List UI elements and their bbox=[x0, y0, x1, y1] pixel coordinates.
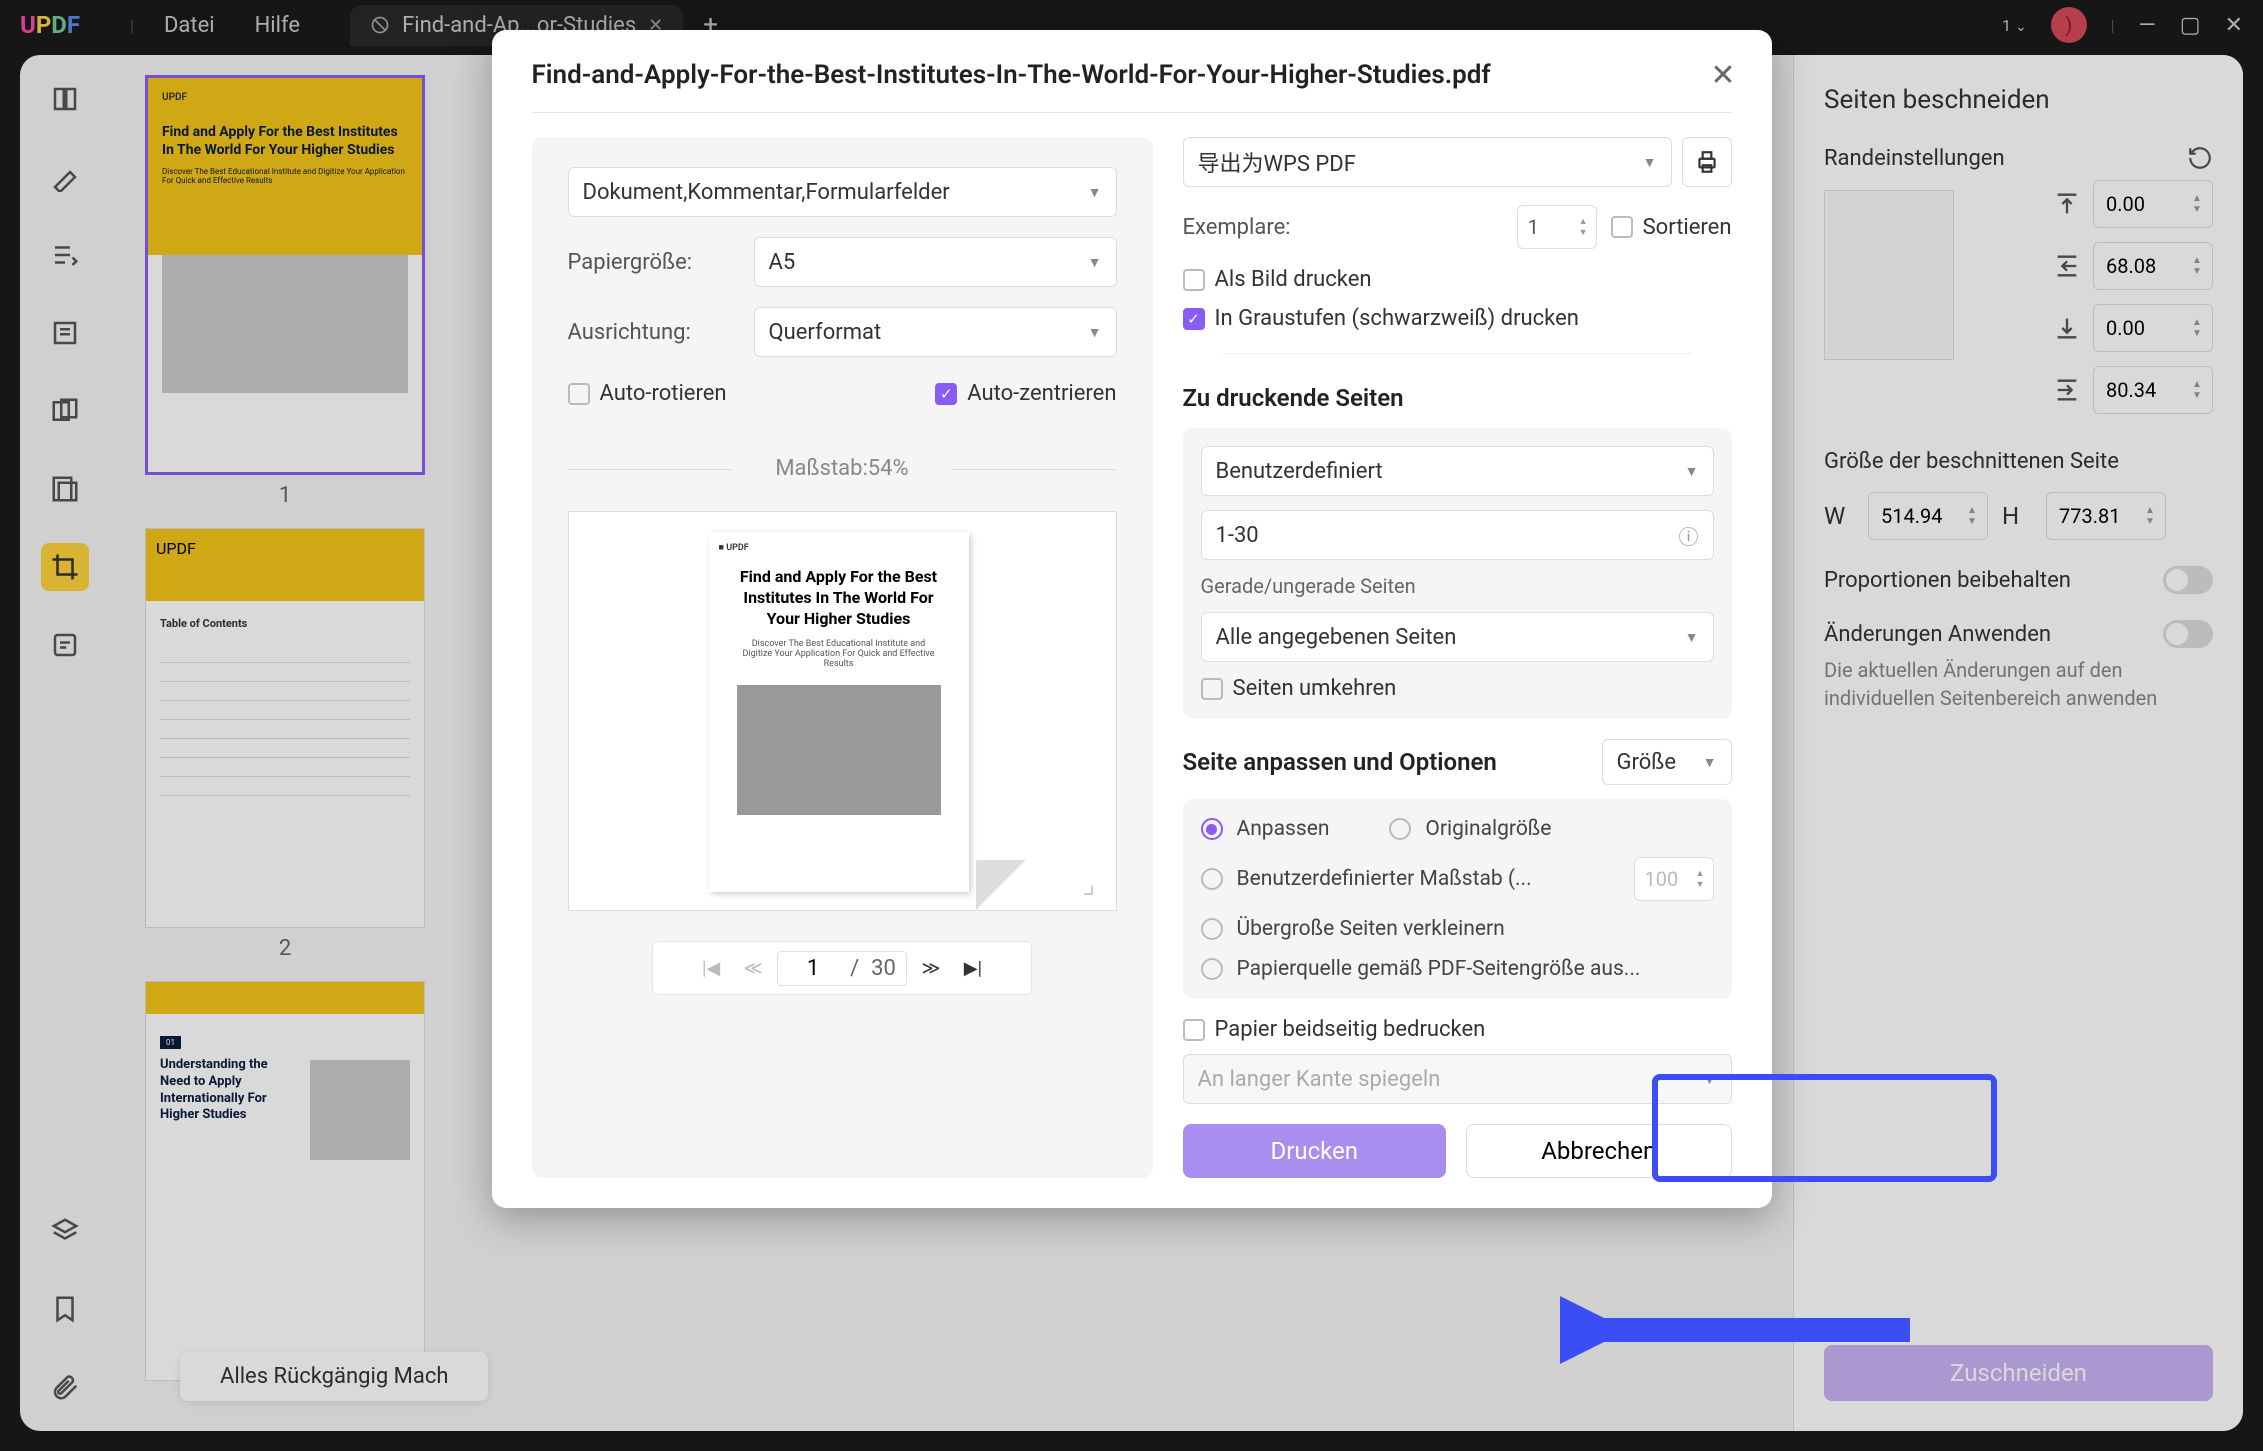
custom-scale-input[interactable]: 100▲▼ bbox=[1634, 857, 1714, 901]
odd-even-label: Gerade/ungerade Seiten bbox=[1201, 574, 1714, 598]
print-options-pane: 导出为WPS PDF▼ Exemplare: 1▲▼ Sortieren Als… bbox=[1183, 137, 1732, 1178]
preview-pager: |◀ ≪ / 30 ≫ ▶| bbox=[652, 941, 1032, 995]
dialog-title: Find-and-Apply-For-the-Best-Institutes-I… bbox=[532, 60, 1732, 90]
print-button[interactable]: Drucken bbox=[1183, 1124, 1447, 1178]
paper-size-dropdown[interactable]: A5▼ bbox=[754, 237, 1117, 287]
radio-shrink[interactable]: Übergroße Seiten verkleinern bbox=[1201, 917, 1714, 941]
printer-icon bbox=[1694, 149, 1720, 175]
print-preview: ■ UPDF Find and Apply For the Best Insti… bbox=[568, 511, 1117, 911]
radio-fit[interactable]: Anpassen bbox=[1201, 817, 1330, 841]
auto-rotate-checkbox[interactable]: Auto-rotieren bbox=[568, 381, 727, 406]
pager-last-icon[interactable]: ▶| bbox=[955, 950, 991, 986]
fit-mode-dropdown[interactable]: Größe▼ bbox=[1602, 739, 1732, 785]
orientation-dropdown[interactable]: Querformat▼ bbox=[754, 307, 1117, 357]
page-range-input[interactable]: 1-30ⓘ bbox=[1201, 510, 1714, 560]
copies-input[interactable]: 1▲▼ bbox=[1517, 205, 1597, 249]
copies-label: Exemplare: bbox=[1183, 215, 1291, 240]
print-dialog: Find-and-Apply-For-the-Best-Institutes-I… bbox=[492, 30, 1772, 1208]
fit-section-title: Seite anpassen und Optionen bbox=[1183, 748, 1497, 776]
duplex-mode-dropdown: An langer Kante spiegeln▼ bbox=[1183, 1054, 1732, 1104]
orientation-label: Ausrichtung: bbox=[568, 320, 738, 345]
pages-section-title: Zu druckende Seiten bbox=[1183, 384, 1732, 412]
pager-first-icon[interactable]: |◀ bbox=[693, 950, 729, 986]
grayscale-checkbox[interactable]: ✓In Graustufen (schwarzweiß) drucken bbox=[1183, 306, 1732, 331]
sort-checkbox[interactable]: Sortieren bbox=[1611, 215, 1732, 240]
print-content-dropdown[interactable]: Dokument,Kommentar,Formularfelder▼ bbox=[568, 167, 1117, 217]
annotation-highlight bbox=[1652, 1074, 1997, 1182]
pager-next-icon[interactable]: ≫ bbox=[913, 950, 949, 986]
printer-settings-button[interactable] bbox=[1682, 137, 1732, 187]
print-as-image-checkbox[interactable]: Als Bild drucken bbox=[1183, 267, 1732, 292]
dialog-close-icon[interactable]: ✕ bbox=[1710, 58, 1735, 93]
pager-current-input[interactable] bbox=[788, 956, 838, 981]
paper-size-label: Papiergröße: bbox=[568, 250, 738, 275]
pager-total: 30 bbox=[871, 956, 896, 981]
auto-center-checkbox[interactable]: ✓Auto-zentrieren bbox=[935, 381, 1116, 406]
info-icon[interactable]: ⓘ bbox=[1679, 521, 1699, 550]
printer-dropdown[interactable]: 导出为WPS PDF▼ bbox=[1183, 137, 1672, 187]
duplex-checkbox[interactable]: Papier beidseitig bedrucken bbox=[1183, 1017, 1732, 1042]
radio-original[interactable]: Originalgröße bbox=[1389, 817, 1551, 841]
scale-label: Maßstab:54% bbox=[568, 456, 1117, 481]
radio-paper-source[interactable]: Papierquelle gemäß PDF-Seitengröße aus..… bbox=[1201, 957, 1714, 981]
pager-prev-icon[interactable]: ≪ bbox=[735, 950, 771, 986]
odd-even-dropdown[interactable]: Alle angegebenen Seiten▼ bbox=[1201, 612, 1714, 662]
print-preview-pane: Dokument,Kommentar,Formularfelder▼ Papie… bbox=[532, 137, 1153, 1178]
radio-custom-scale[interactable]: Benutzerdefinierter Maßstab (... bbox=[1201, 867, 1532, 891]
modal-backdrop: Find-and-Apply-For-the-Best-Institutes-I… bbox=[0, 0, 2263, 1451]
page-range-type-dropdown[interactable]: Benutzerdefiniert▼ bbox=[1201, 446, 1714, 496]
reverse-pages-checkbox[interactable]: Seiten umkehren bbox=[1201, 676, 1714, 701]
